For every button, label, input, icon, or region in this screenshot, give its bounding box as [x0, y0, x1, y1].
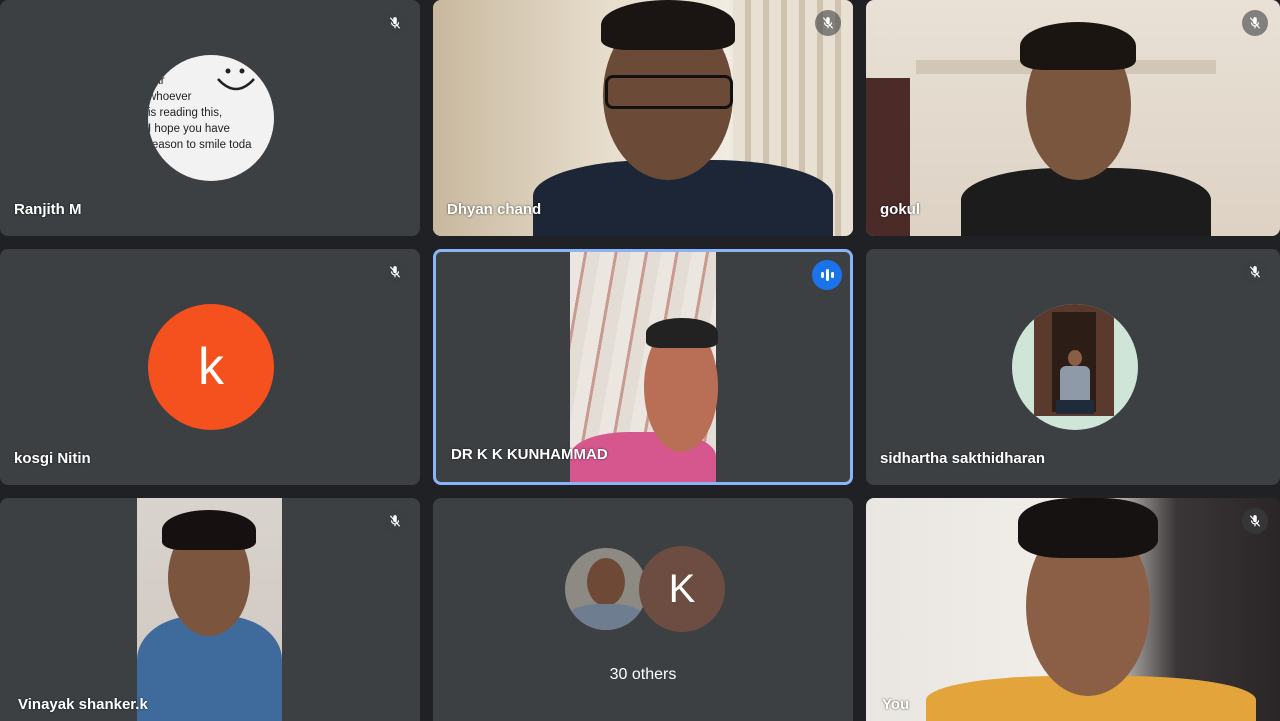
participant-name: Dhyan chand [447, 201, 542, 218]
mic-off-icon [382, 508, 408, 534]
participant-name: Ranjith M [14, 201, 82, 218]
hair [162, 510, 256, 550]
avatar [1012, 304, 1138, 430]
mic-off-icon [1242, 10, 1268, 36]
avatar-text-line: reason to smile toda [148, 139, 252, 151]
glasses-icon [605, 75, 733, 109]
avatar-text-line: is reading this, [148, 107, 223, 119]
person-head [1068, 350, 1082, 366]
person [569, 604, 643, 630]
others-tile[interactable]: K 30 others [433, 498, 853, 721]
avatar: K [639, 546, 725, 632]
participant-tile-kunhammad[interactable]: DR K K KUNHAMMAD [433, 249, 853, 485]
person-head [587, 558, 625, 606]
others-count-label: 30 others [609, 666, 677, 683]
participant-name: DR K K KUNHAMMAD [451, 446, 608, 463]
avatar [565, 548, 647, 630]
avatar: k [148, 304, 274, 430]
person-legs [1056, 400, 1094, 414]
mic-off-icon [815, 10, 841, 36]
participant-tile-kosgi[interactable]: k kosgi Nitin [0, 249, 420, 485]
participant-tile-ranjith[interactable]: ear whoever is reading this, I hope you … [0, 0, 420, 236]
hair [1020, 22, 1136, 70]
participant-tile-sidhartha[interactable]: sidhartha sakthidharan [866, 249, 1280, 485]
hair [601, 0, 735, 50]
mic-off-icon [382, 10, 408, 36]
avatar-text-line: I hope you have [148, 123, 230, 135]
participant-tile-vinayak[interactable]: Vinayak shanker.k [0, 498, 420, 721]
person [1060, 366, 1090, 400]
participant-name: kosgi Nitin [14, 450, 91, 467]
avatar-text-line: whoever [148, 91, 192, 103]
participant-tile-gokul[interactable]: gokul [866, 0, 1280, 236]
participant-name: sidhartha sakthidharan [880, 450, 1046, 467]
hair [646, 318, 718, 348]
mic-off-icon [1242, 508, 1268, 534]
participant-tile-dhyan[interactable]: Dhyan chand [433, 0, 853, 236]
mic-off-icon [1242, 259, 1268, 285]
participant-tile-you[interactable]: You [866, 498, 1280, 721]
avatar-text-line: ear [148, 75, 165, 87]
participant-name: gokul [880, 201, 920, 218]
avatar: ear whoever is reading this, I hope you … [148, 55, 274, 181]
participant-name: Vinayak shanker.k [18, 696, 148, 713]
mic-off-icon [382, 259, 408, 285]
participant-name: You [882, 696, 910, 713]
hair [1018, 498, 1158, 558]
speaking-icon [812, 260, 842, 290]
